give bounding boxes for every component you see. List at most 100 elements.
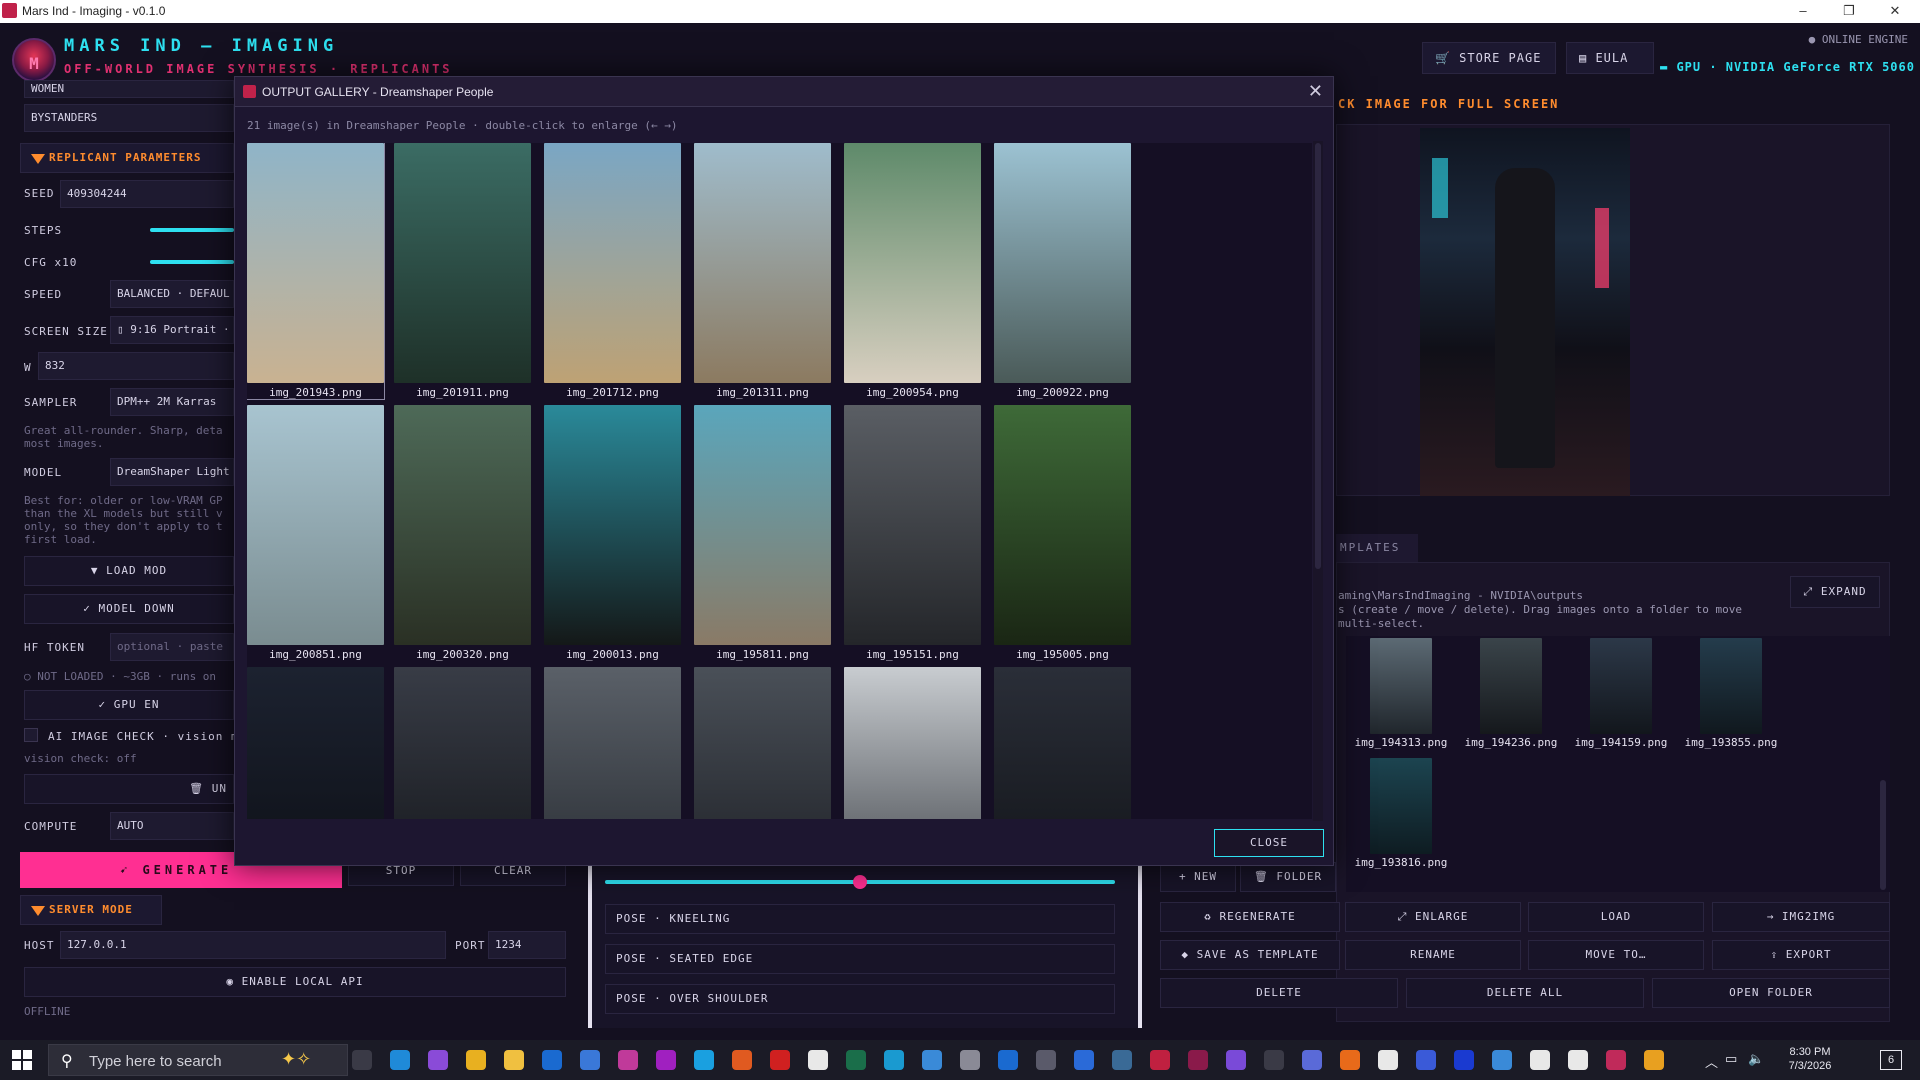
template-thumb[interactable]: img_194236.png <box>1456 638 1566 749</box>
start-icon[interactable] <box>12 1050 32 1070</box>
gallery-thumbnail[interactable]: img_195811.png <box>694 405 831 661</box>
taskbar-app-icon[interactable] <box>466 1050 486 1070</box>
taskbar-app-icon[interactable] <box>352 1050 372 1070</box>
rename-button[interactable]: RENAME <box>1345 940 1521 970</box>
taskbar-app-icon[interactable] <box>846 1050 866 1070</box>
gallery-thumbnail[interactable]: img_200922.png <box>994 143 1131 399</box>
taskbar-app-icon[interactable] <box>1492 1050 1512 1070</box>
model-download-button[interactable]: ✓ MODEL DOWN <box>24 594 234 624</box>
notification-icon[interactable]: 6 <box>1880 1050 1902 1070</box>
tray-chevron-icon[interactable]: ︿ <box>1705 1052 1718 1071</box>
gallery-thumbnail[interactable]: img_200954.png <box>844 143 981 399</box>
delete-button[interactable]: DELETE <box>1160 978 1398 1008</box>
seed-input[interactable]: 409304244 <box>60 180 234 208</box>
img2img-button[interactable]: → IMG2IMG <box>1712 902 1890 932</box>
taskbar-app-icon[interactable] <box>922 1050 942 1070</box>
taskbar-app-icon[interactable] <box>732 1050 752 1070</box>
taskbar-app-icon[interactable] <box>1378 1050 1398 1070</box>
load-button[interactable]: LOAD <box>1528 902 1704 932</box>
gallery-thumbnail[interactable]: img_200851.png <box>247 405 384 661</box>
taskbar-app-icon[interactable] <box>580 1050 600 1070</box>
taskbar-app-icon[interactable] <box>656 1050 676 1070</box>
taskbar-app-icon[interactable] <box>1074 1050 1094 1070</box>
model-select[interactable]: DreamShaper Light <box>110 458 234 486</box>
taskbar-app-icon[interactable] <box>998 1050 1018 1070</box>
gallery-thumbnail[interactable] <box>844 667 981 819</box>
template-thumb[interactable]: img_193855.png <box>1676 638 1786 749</box>
gallery-thumbnail[interactable]: img_195151.png <box>844 405 981 661</box>
gallery-thumbnail[interactable] <box>544 667 681 819</box>
taskbar-app-icon[interactable] <box>1416 1050 1436 1070</box>
close-window-icon[interactable]: ✕ <box>1872 0 1918 23</box>
unload-button[interactable]: 🗑 UN <box>24 774 234 804</box>
taskbar-app-icon[interactable] <box>1340 1050 1360 1070</box>
host-input[interactable]: 127.0.0.1 <box>60 931 446 959</box>
taskbar-app-icon[interactable] <box>1264 1050 1284 1070</box>
gallery-thumbnail[interactable] <box>694 667 831 819</box>
regenerate-button[interactable]: ♻ REGENERATE <box>1160 902 1340 932</box>
gallery-thumbnail[interactable] <box>394 667 531 819</box>
taskbar-app-icon[interactable] <box>770 1050 790 1070</box>
hf-token-input[interactable]: optional · paste <box>110 633 234 661</box>
move-to-button[interactable]: MOVE TO… <box>1528 940 1704 970</box>
taskbar-app-icon[interactable] <box>390 1050 410 1070</box>
taskbar-app-icon[interactable] <box>808 1050 828 1070</box>
taskbar-app-icon[interactable] <box>1226 1050 1246 1070</box>
taskbar-app-icon[interactable] <box>504 1050 524 1070</box>
pose-slider-thumb[interactable] <box>853 875 867 889</box>
new-folder-button[interactable]: + NEW <box>1160 862 1236 892</box>
expand-button[interactable]: ⤢ EXPAND <box>1790 576 1880 608</box>
sampler-select[interactable]: DPM++ 2M Karras <box>110 388 234 416</box>
save-as-template-button[interactable]: ◆ SAVE AS TEMPLATE <box>1160 940 1340 970</box>
taskbar-search[interactable]: ⚲ Type here to search ✦✧ <box>48 1044 348 1076</box>
taskbar-app-icon[interactable] <box>694 1050 714 1070</box>
template-thumb[interactable]: img_193816.png <box>1346 758 1456 869</box>
gallery-thumbnail[interactable] <box>247 667 384 819</box>
export-button[interactable]: ⇪ EXPORT <box>1712 940 1890 970</box>
gallery-thumbnail[interactable]: img_195005.png <box>994 405 1131 661</box>
volume-icon[interactable]: 🔈 <box>1748 1052 1764 1067</box>
eula-button[interactable]: ▤ EULA <box>1566 42 1654 74</box>
taskbar-app-icon[interactable] <box>1036 1050 1056 1070</box>
taskbar-app-icon[interactable] <box>1302 1050 1322 1070</box>
taskbar-app-icon[interactable] <box>1606 1050 1626 1070</box>
load-model-button[interactable]: ▼ LOAD MOD <box>24 556 234 586</box>
cfg-slider[interactable] <box>150 260 234 264</box>
gallery-thumbnail[interactable]: img_200320.png <box>394 405 531 661</box>
screen-size-select[interactable]: ▯ 9:16 Portrait · <box>110 316 234 344</box>
taskbar-app-icon[interactable] <box>1188 1050 1208 1070</box>
replicant-parameters-header[interactable]: REPLICANT PARAMETERS <box>20 143 234 173</box>
gallery-thumbnail[interactable]: img_200013.png <box>544 405 681 661</box>
scrollbar-thumb[interactable] <box>1315 143 1321 569</box>
taskbar-app-icon[interactable] <box>428 1050 448 1070</box>
taskbar-app-icon[interactable] <box>1150 1050 1170 1070</box>
taskbar-app-icon[interactable] <box>542 1050 562 1070</box>
network-icon[interactable]: ▭ <box>1725 1052 1737 1067</box>
taskbar-app-icon[interactable] <box>960 1050 980 1070</box>
preview-image[interactable] <box>1420 128 1630 496</box>
steps-slider[interactable] <box>150 228 234 232</box>
taskbar-app-icon[interactable] <box>1568 1050 1588 1070</box>
ai-check-checkbox[interactable] <box>24 728 38 742</box>
minimize-icon[interactable]: – <box>1780 0 1826 23</box>
taskbar-app-icon[interactable] <box>884 1050 904 1070</box>
gallery-thumbnail[interactable]: img_201911.png <box>394 143 531 399</box>
pose-kneeling-button[interactable]: POSE · KNEELING <box>605 904 1115 934</box>
gallery-thumbnail[interactable] <box>994 667 1131 819</box>
tab-templates[interactable]: MPLATES <box>1336 534 1418 562</box>
enlarge-button[interactable]: ⤢ ENLARGE <box>1345 902 1521 932</box>
open-folder-button[interactable]: OPEN FOLDER <box>1652 978 1890 1008</box>
bystanders-item[interactable]: BYSTANDERS <box>24 104 234 132</box>
clock[interactable]: 8:30 PM 7/3/2026 <box>1780 1045 1840 1073</box>
enable-local-api-button[interactable]: ◉ ENABLE LOCAL API <box>24 967 566 997</box>
restore-icon[interactable]: ❐ <box>1826 0 1872 23</box>
template-thumb[interactable]: img_194313.png <box>1346 638 1456 749</box>
pose-over-shoulder-button[interactable]: POSE · OVER SHOULDER <box>605 984 1115 1014</box>
delete-all-button[interactable]: DELETE ALL <box>1406 978 1644 1008</box>
taskbar-app-icon[interactable] <box>1530 1050 1550 1070</box>
close-button[interactable]: CLOSE <box>1214 829 1324 857</box>
port-input[interactable]: 1234 <box>488 931 566 959</box>
server-mode-header[interactable]: SERVER MODE <box>20 895 162 925</box>
gallery-scrollbar[interactable] <box>1313 141 1323 821</box>
store-page-button[interactable]: 🛒 STORE PAGE <box>1422 42 1556 74</box>
